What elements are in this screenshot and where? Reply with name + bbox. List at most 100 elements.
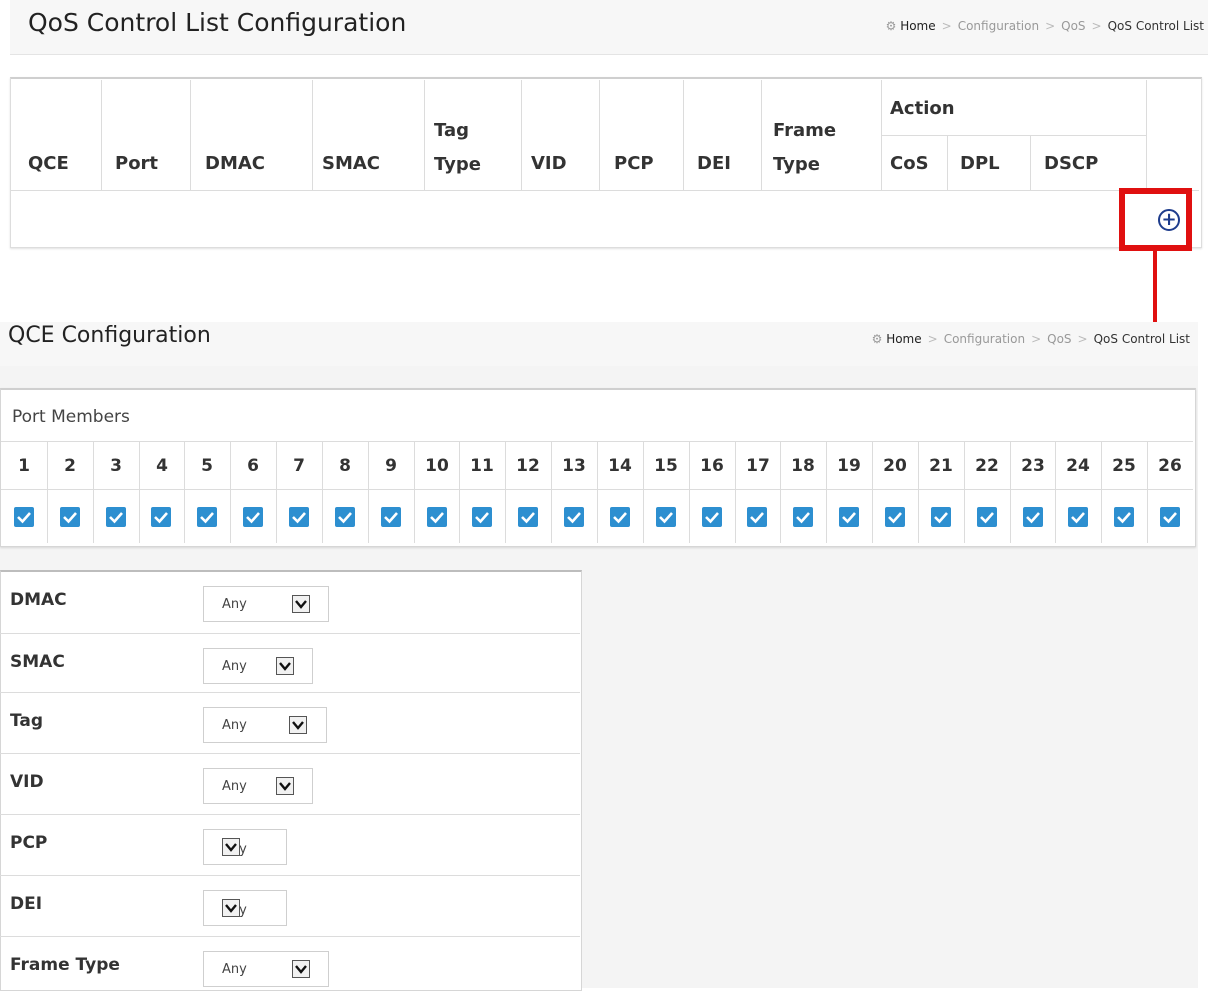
checkmark-icon [567, 512, 581, 524]
chevron-down-icon[interactable] [222, 899, 240, 917]
port-checkbox-13[interactable] [564, 507, 584, 527]
pcp-select[interactable]: Any [203, 829, 287, 865]
port-checkbox-14[interactable] [610, 507, 630, 527]
port-number-10: 10 [425, 456, 449, 476]
dei-select[interactable]: Any [203, 890, 287, 926]
checkmark-icon [17, 512, 31, 524]
checkmark-icon [63, 512, 77, 524]
vid-select[interactable]: Any [203, 768, 313, 804]
chevron-down-icon[interactable] [276, 777, 294, 795]
port-checkbox-10[interactable] [427, 507, 447, 527]
port-checkbox-22[interactable] [977, 507, 997, 527]
port-number-11: 11 [470, 456, 494, 476]
checkmark-icon [934, 512, 948, 524]
port-checkbox-16[interactable] [702, 507, 722, 527]
dei-label: DEI [10, 894, 43, 914]
port-number-17: 17 [746, 456, 770, 476]
port-checkbox-1[interactable] [14, 507, 34, 527]
chevron-down-icon[interactable] [222, 838, 240, 856]
chevron-down-icon[interactable] [276, 657, 294, 675]
port-number-23: 23 [1021, 456, 1045, 476]
port-checkbox-11[interactable] [472, 507, 492, 527]
port-number-20: 20 [883, 456, 907, 476]
port-checkbox-12[interactable] [518, 507, 538, 527]
tag-select[interactable]: Any [203, 707, 327, 743]
col-dei: DEI [697, 153, 731, 174]
port-checkbox-4[interactable] [151, 507, 171, 527]
frame-type-select[interactable]: Any [203, 951, 329, 987]
dmac-select[interactable]: Any [203, 586, 329, 622]
top-breadcrumb: ⚙ Home > Configuration > QoS > QoS Control Lis… [885, 19, 1204, 33]
breadcrumb-configuration[interactable]: Configuration [958, 19, 1039, 33]
breadcrumb-configuration[interactable]: Configuration [944, 332, 1025, 346]
col-port: Port [115, 153, 159, 174]
col-dmac: DMAC [205, 153, 265, 174]
port-checkbox-5[interactable] [197, 507, 217, 527]
port-checkbox-7[interactable] [289, 507, 309, 527]
port-number-7: 7 [293, 456, 305, 476]
breadcrumb-home[interactable]: Home [886, 332, 921, 346]
checkmark-icon [292, 512, 306, 524]
chevron-down-icon[interactable] [292, 595, 310, 613]
port-number-18: 18 [791, 456, 815, 476]
top-page-title: QoS Control List Configuration [28, 8, 407, 37]
port-checkbox-18[interactable] [793, 507, 813, 527]
chevron-down-icon[interactable] [292, 960, 310, 978]
port-checkbox-25[interactable] [1114, 507, 1134, 527]
highlight-box [1119, 188, 1192, 251]
checkmark-icon [384, 512, 398, 524]
port-checkbox-19[interactable] [839, 507, 859, 527]
port-checkbox-6[interactable] [243, 507, 263, 527]
port-number-3: 3 [110, 456, 122, 476]
plus-circle-icon[interactable]: + [1158, 209, 1180, 231]
checkmark-icon [154, 512, 168, 524]
checkmark-icon [888, 512, 902, 524]
port-checkbox-15[interactable] [656, 507, 676, 527]
port-checkbox-24[interactable] [1068, 507, 1088, 527]
port-number-21: 21 [929, 456, 953, 476]
port-checkbox-8[interactable] [335, 507, 355, 527]
port-checkbox-20[interactable] [885, 507, 905, 527]
breadcrumb-qos[interactable]: QoS [1047, 332, 1071, 346]
port-number-8: 8 [339, 456, 351, 476]
port-number-16: 16 [700, 456, 724, 476]
port-number-5: 5 [201, 456, 213, 476]
smac-select[interactable]: Any [203, 648, 313, 684]
port-number-12: 12 [516, 456, 540, 476]
home-icon[interactable]: ⚙ [886, 19, 897, 33]
smac-select-value: Any [222, 659, 247, 674]
port-checkbox-26[interactable] [1160, 507, 1180, 527]
port-checkbox-9[interactable] [381, 507, 401, 527]
chevron-down-icon[interactable] [289, 716, 307, 734]
home-icon[interactable]: ⚙ [872, 332, 883, 346]
breadcrumb-qos[interactable]: QoS [1061, 19, 1085, 33]
col-dpl: DPL [960, 153, 1000, 174]
port-number-4: 4 [156, 456, 168, 476]
bottom-breadcrumb: ⚙ Home > Configuration > QoS > QoS Control Lis… [871, 332, 1190, 346]
vid-label: VID [10, 772, 44, 792]
port-checkbox-21[interactable] [931, 507, 951, 527]
dmac-select-value: Any [222, 597, 247, 612]
col-qce: QCE [28, 153, 69, 174]
checkmark-icon [246, 512, 260, 524]
checkmark-icon [1026, 512, 1040, 524]
checkmark-icon [659, 512, 673, 524]
breadcrumb-home[interactable]: Home [900, 19, 935, 33]
bottom-page-title: QCE Configuration [8, 323, 211, 348]
port-checkbox-2[interactable] [60, 507, 80, 527]
port-checkbox-3[interactable] [106, 507, 126, 527]
checkmark-icon [842, 512, 856, 524]
dmac-label: DMAC [10, 590, 67, 610]
col-tag-type: Tag Type [434, 120, 481, 175]
port-checkbox-23[interactable] [1023, 507, 1043, 527]
port-number-2: 2 [64, 456, 76, 476]
action-group-divider [881, 135, 1146, 136]
col-cos: CoS [890, 153, 929, 174]
col-dscp: DSCP [1044, 153, 1099, 174]
breadcrumb-current: QoS Control List [1093, 332, 1190, 346]
col-pcp: PCP [614, 153, 654, 174]
port-number-24: 24 [1066, 456, 1090, 476]
frame-type-label: Frame Type [10, 955, 120, 975]
port-number-26: 26 [1158, 456, 1182, 476]
port-checkbox-17[interactable] [747, 507, 767, 527]
